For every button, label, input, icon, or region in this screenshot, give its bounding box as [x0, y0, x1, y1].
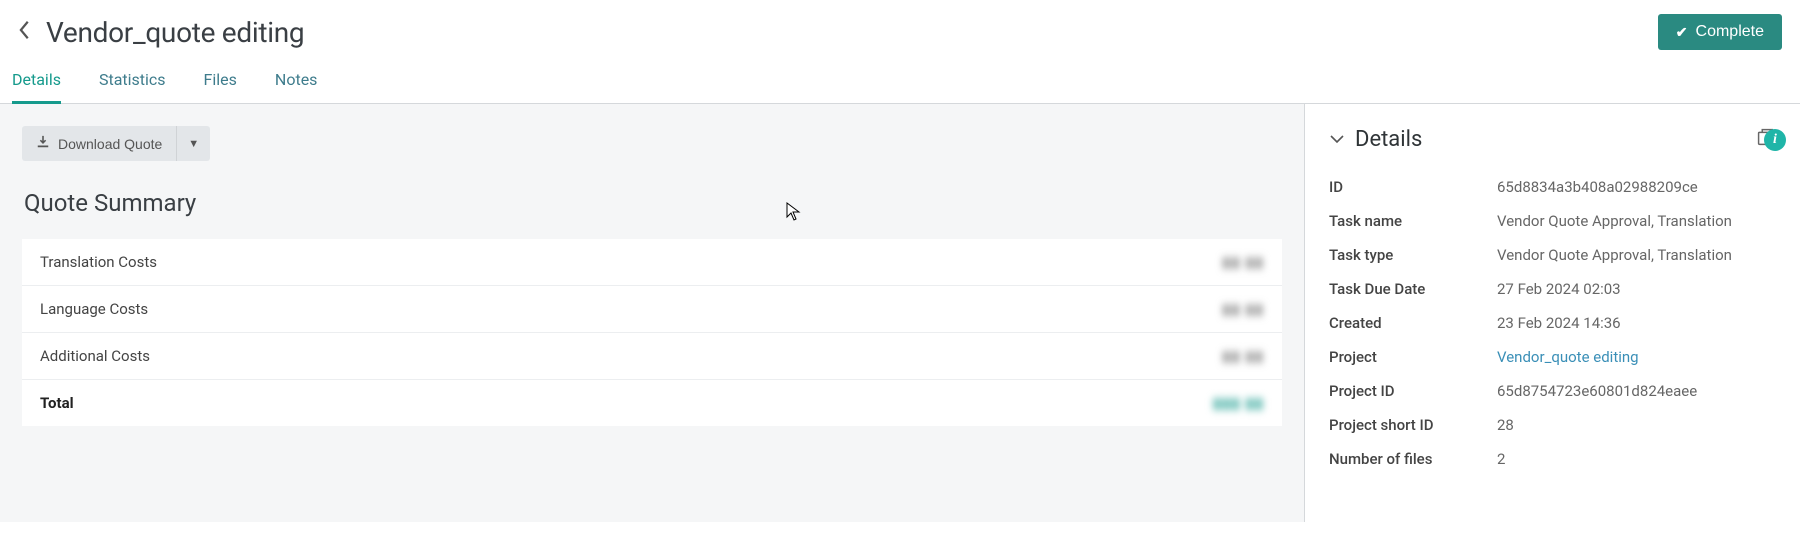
row-label: Additional Costs — [40, 347, 150, 365]
detail-row: Project ID 65d8754723e60801d824eaee — [1329, 374, 1776, 408]
page-header: Vendor_quote editing ✔ Complete — [0, 0, 1800, 60]
copy-icon[interactable]: i — [1754, 126, 1776, 152]
detail-value: 65d8834a3b408a02988209ce — [1497, 178, 1698, 196]
quote-summary-title: Quote Summary — [24, 189, 1282, 217]
table-row: Translation Costs ▮▮ ▮▮ — [22, 239, 1282, 286]
detail-value: Vendor Quote Approval, Translation — [1497, 246, 1732, 264]
table-row: Language Costs ▮▮ ▮▮ — [22, 286, 1282, 333]
row-label: Translation Costs — [40, 253, 157, 271]
detail-value: 23 Feb 2024 14:36 — [1497, 314, 1621, 332]
download-icon — [36, 135, 50, 152]
tabs: Details Statistics Files Notes — [0, 60, 1800, 104]
detail-value: Vendor Quote Approval, Translation — [1497, 212, 1732, 230]
detail-label: Project ID — [1329, 382, 1497, 400]
detail-value: 65d8754723e60801d824eaee — [1497, 382, 1697, 400]
details-title: Details — [1355, 127, 1422, 152]
complete-label: Complete — [1696, 23, 1764, 41]
detail-row: Number of files 2 — [1329, 442, 1776, 476]
total-label: Total — [40, 394, 74, 412]
download-quote-button[interactable]: Download Quote — [22, 126, 176, 161]
header-left: Vendor_quote editing — [18, 16, 304, 49]
detail-row: Created 23 Feb 2024 14:36 — [1329, 306, 1776, 340]
info-icon[interactable]: i — [1764, 129, 1786, 151]
detail-row: ID 65d8834a3b408a02988209ce — [1329, 170, 1776, 204]
chevron-down-icon[interactable] — [1329, 130, 1345, 149]
detail-row: Project short ID 28 — [1329, 408, 1776, 442]
detail-label: Task type — [1329, 246, 1497, 264]
details-header-left: Details — [1329, 127, 1422, 152]
total-value: ▮▮▮ ▮▮ — [1213, 394, 1264, 412]
tab-notes[interactable]: Notes — [275, 60, 318, 104]
project-link[interactable]: Vendor_quote editing — [1497, 348, 1639, 366]
detail-row: Task Due Date 27 Feb 2024 02:03 — [1329, 272, 1776, 306]
detail-row: Project Vendor_quote editing — [1329, 340, 1776, 374]
detail-value: 2 — [1497, 450, 1505, 468]
detail-value: 28 — [1497, 416, 1514, 434]
detail-label: Project short ID — [1329, 416, 1497, 434]
download-quote-caret[interactable]: ▼ — [176, 126, 210, 161]
table-row-total: Total ▮▮▮ ▮▮ — [22, 380, 1282, 426]
detail-label: ID — [1329, 178, 1497, 196]
detail-label: Task name — [1329, 212, 1497, 230]
detail-label: Project — [1329, 348, 1497, 366]
detail-row: Task name Vendor Quote Approval, Transla… — [1329, 204, 1776, 238]
detail-row: Task type Vendor Quote Approval, Transla… — [1329, 238, 1776, 272]
download-quote-group: Download Quote ▼ — [22, 126, 210, 161]
main-column: Download Quote ▼ Quote Summary Translati… — [0, 104, 1305, 522]
download-label: Download Quote — [58, 136, 162, 152]
content: Download Quote ▼ Quote Summary Translati… — [0, 104, 1800, 522]
tab-statistics[interactable]: Statistics — [99, 60, 166, 104]
detail-label: Number of files — [1329, 450, 1497, 468]
detail-label: Created — [1329, 314, 1497, 332]
back-icon[interactable] — [18, 19, 32, 46]
row-value: ▮▮ ▮▮ — [1222, 347, 1264, 365]
row-label: Language Costs — [40, 300, 148, 318]
row-value: ▮▮ ▮▮ — [1222, 253, 1264, 271]
details-panel-header: Details i — [1329, 126, 1776, 152]
check-icon: ✔ — [1676, 24, 1688, 41]
row-value: ▮▮ ▮▮ — [1222, 300, 1264, 318]
tab-details[interactable]: Details — [12, 60, 61, 104]
quote-summary-table: Translation Costs ▮▮ ▮▮ Language Costs ▮… — [22, 239, 1282, 426]
complete-button[interactable]: ✔ Complete — [1658, 14, 1782, 50]
details-panel: Details i ID 65d8834a3b408a02988209ce Ta… — [1305, 104, 1800, 522]
page-title: Vendor_quote editing — [46, 16, 304, 49]
detail-label: Task Due Date — [1329, 280, 1497, 298]
tab-files[interactable]: Files — [204, 60, 237, 104]
detail-value: 27 Feb 2024 02:03 — [1497, 280, 1621, 298]
table-row: Additional Costs ▮▮ ▮▮ — [22, 333, 1282, 380]
